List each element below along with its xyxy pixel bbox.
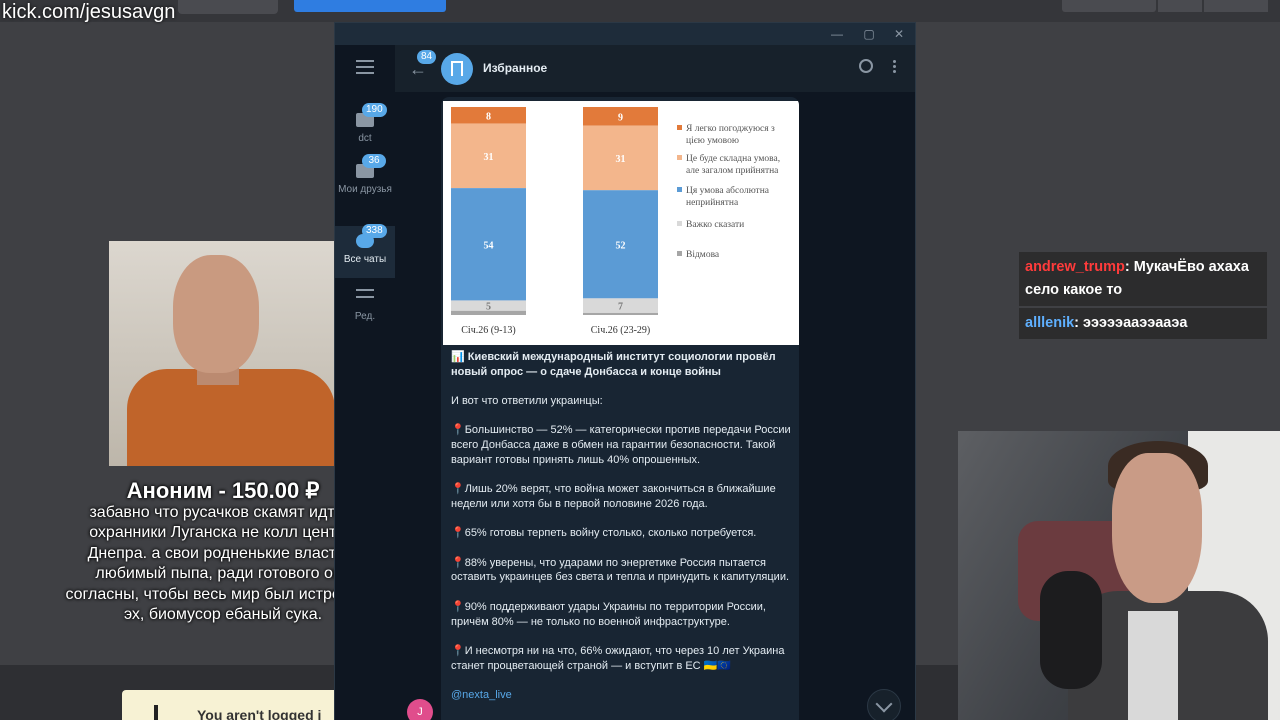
chart-category-label: Січ.26 (23-29) bbox=[591, 325, 650, 336]
chart-data-label: 8 bbox=[486, 111, 491, 122]
message-point: 📍Большинство — 52% — категорически проти… bbox=[451, 424, 791, 466]
message-text: 📊 Киевский международный институт социол… bbox=[451, 350, 797, 717]
folder-all-chats[interactable]: 338 Все чаты bbox=[335, 224, 395, 278]
chat-overlay: andrew_trump: МукачЁво ахаха село какое … bbox=[1019, 240, 1267, 339]
chat-text: : эээээааээааэа bbox=[1074, 315, 1188, 331]
background-tab[interactable] bbox=[178, 0, 278, 14]
legend-label: Це буде складна умова, але загалом прийня… bbox=[686, 153, 780, 176]
signup-button[interactable] bbox=[294, 0, 446, 12]
bookmark-icon bbox=[451, 61, 463, 76]
message-point: 📍90% поддерживают удары Украины по терри… bbox=[451, 600, 766, 628]
donation-image bbox=[109, 241, 335, 466]
chart-category-label: Січ.26 (9-13) bbox=[461, 325, 515, 336]
message-point: 📍65% готовы терпеть войну столько, сколь… bbox=[451, 527, 757, 540]
legend-label: Я легко погоджуюся з цією умовою bbox=[686, 124, 775, 146]
folder-label: dct bbox=[358, 133, 372, 144]
folder-friends[interactable]: 36 Мои друзья bbox=[335, 154, 395, 208]
toolbar-button[interactable] bbox=[1204, 0, 1268, 12]
folder-label: Ред. bbox=[354, 311, 376, 322]
chat-title[interactable]: Избранное bbox=[483, 61, 547, 75]
folder-sidebar: 190 dct 36 Мои друзья 338 Все чаты Ред. bbox=[335, 45, 395, 720]
chart-bar-segment bbox=[583, 312, 658, 315]
maximize-icon[interactable]: ▢ bbox=[861, 26, 877, 42]
microphone bbox=[1040, 571, 1102, 689]
alert-icon bbox=[154, 705, 158, 720]
poll-chart[interactable]: 8 31 54 5 Січ.26 (9-13) 9 31 52 7 Січ.26 (23-29) Я… bbox=[443, 101, 799, 345]
message-headline: 📊 Киевский международный институт социол… bbox=[451, 351, 776, 378]
chat-header: ← 84 Избранное bbox=[395, 45, 915, 93]
stacked-bar-chart: 831545Січ.26 (9-13)931527Січ.26 (23-29)Я… bbox=[451, 107, 780, 336]
close-icon[interactable]: ✕ bbox=[891, 26, 907, 42]
stream-url: kick.com/jesusavgn bbox=[2, 1, 176, 23]
chat-username: andrew_trump bbox=[1025, 259, 1125, 275]
folder-label: Мои друзья bbox=[338, 184, 392, 195]
message-area: 8 31 54 5 Січ.26 (9-13) 9 31 52 7 Січ.26 (23-29) Я… bbox=[395, 93, 915, 720]
more-icon[interactable] bbox=[893, 60, 896, 75]
window-titlebar: — ▢ ✕ bbox=[335, 23, 915, 45]
legend-swatch bbox=[677, 221, 682, 226]
chart-data-label: 54 bbox=[484, 240, 494, 251]
message-point: 📍88% уверены, что ударами по энергетике … bbox=[451, 556, 790, 584]
legend-swatch bbox=[677, 251, 682, 256]
chart-data-label: 31 bbox=[484, 152, 494, 163]
legend-label: Ця умова абсолютна неприйнятна bbox=[686, 185, 770, 208]
scroll-down-button[interactable] bbox=[867, 689, 901, 720]
chevron-down-icon bbox=[875, 695, 893, 713]
channel-link[interactable]: @nexta_live bbox=[451, 688, 797, 703]
folder-edit[interactable]: Ред. bbox=[335, 277, 395, 329]
legend-swatch bbox=[677, 187, 682, 192]
chart-data-label: 52 bbox=[616, 240, 626, 251]
legend-swatch bbox=[677, 125, 682, 130]
minimize-icon[interactable]: — bbox=[829, 26, 845, 42]
toolbar-button[interactable] bbox=[1158, 0, 1202, 12]
share-button[interactable] bbox=[1062, 0, 1156, 12]
message-point: 📍И несмотря ни на что, 66% ожидают, что … bbox=[451, 644, 785, 672]
chat-username: alllenik bbox=[1025, 315, 1075, 331]
unread-badge: 190 bbox=[362, 103, 387, 117]
sender-avatar[interactable]: J bbox=[407, 699, 433, 720]
legend-swatch bbox=[677, 155, 682, 160]
unread-badge: 84 bbox=[417, 50, 437, 64]
saved-messages-avatar[interactable] bbox=[441, 53, 473, 85]
chart-bar-segment bbox=[451, 310, 526, 315]
message-bubble[interactable]: 8 31 54 5 Січ.26 (9-13) 9 31 52 7 Січ.26 (23-29) Я… bbox=[441, 97, 799, 720]
login-banner-text: You aren't logged i bbox=[197, 707, 322, 720]
chat-cut-line bbox=[1019, 240, 1267, 250]
chat-message: alllenik: эээээааээааэа bbox=[1019, 308, 1267, 339]
chart-data-label: 31 bbox=[616, 154, 626, 165]
message-intro: И вот что ответили украинцы: bbox=[451, 395, 603, 408]
search-icon[interactable] bbox=[859, 59, 873, 73]
chart-data-label: 7 bbox=[618, 302, 623, 313]
chart-data-label: 9 bbox=[618, 112, 623, 123]
webcam-feed bbox=[958, 431, 1280, 720]
legend-label: Важко сказати bbox=[686, 220, 744, 230]
telegram-window: — ▢ ✕ 190 dct 36 Мои друзья 338 Все чаты… bbox=[334, 22, 916, 720]
legend-label: Відмова bbox=[686, 250, 720, 260]
menu-icon[interactable] bbox=[356, 60, 374, 74]
folder-label: Все чаты bbox=[343, 254, 387, 265]
folder-dct[interactable]: 190 dct bbox=[335, 103, 395, 157]
unread-badge: 338 bbox=[362, 224, 387, 238]
message-point: 📍Лишь 20% верят, что война может закончи… bbox=[451, 483, 776, 510]
chat-message: andrew_trump: МукачЁво ахаха село какое … bbox=[1019, 252, 1267, 306]
unread-badge: 36 bbox=[362, 154, 386, 168]
